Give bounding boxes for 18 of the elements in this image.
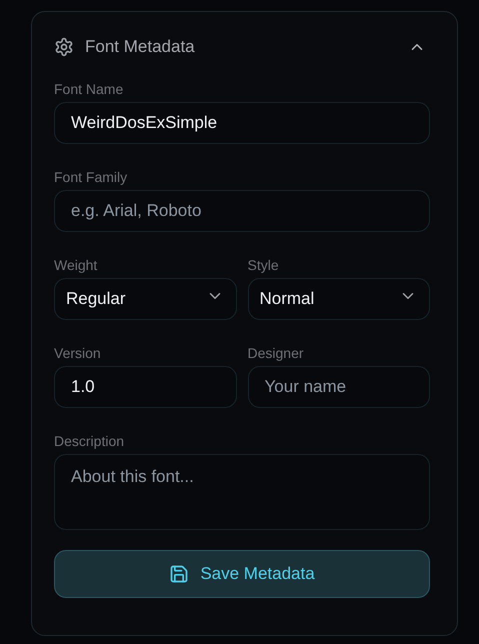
panel-title: Font Metadata [85,37,196,57]
panel-header[interactable]: Font Metadata [54,35,430,59]
field-label: Designer [248,345,305,361]
settings-icon [54,37,74,57]
text-area[interactable]: About this font... [54,454,430,530]
input-field[interactable]: e.g. Arial, Roboto [54,190,430,232]
save-button[interactable]: Save Metadata [54,550,430,598]
field-label: Font Name [54,81,124,97]
field-label: Weight [54,257,98,273]
field-label: Version [54,345,102,361]
field-label: Description [54,433,126,449]
field-label: Style [248,257,280,273]
input-field[interactable]: 1.0 [54,366,236,408]
input-field[interactable]: WeirdDosExSimple [54,102,430,144]
input-field[interactable]: Your name [248,366,430,408]
select-field[interactable]: Normal [248,278,430,320]
select-field[interactable]: Regular [54,278,236,320]
field-label: Font Family [54,169,128,185]
